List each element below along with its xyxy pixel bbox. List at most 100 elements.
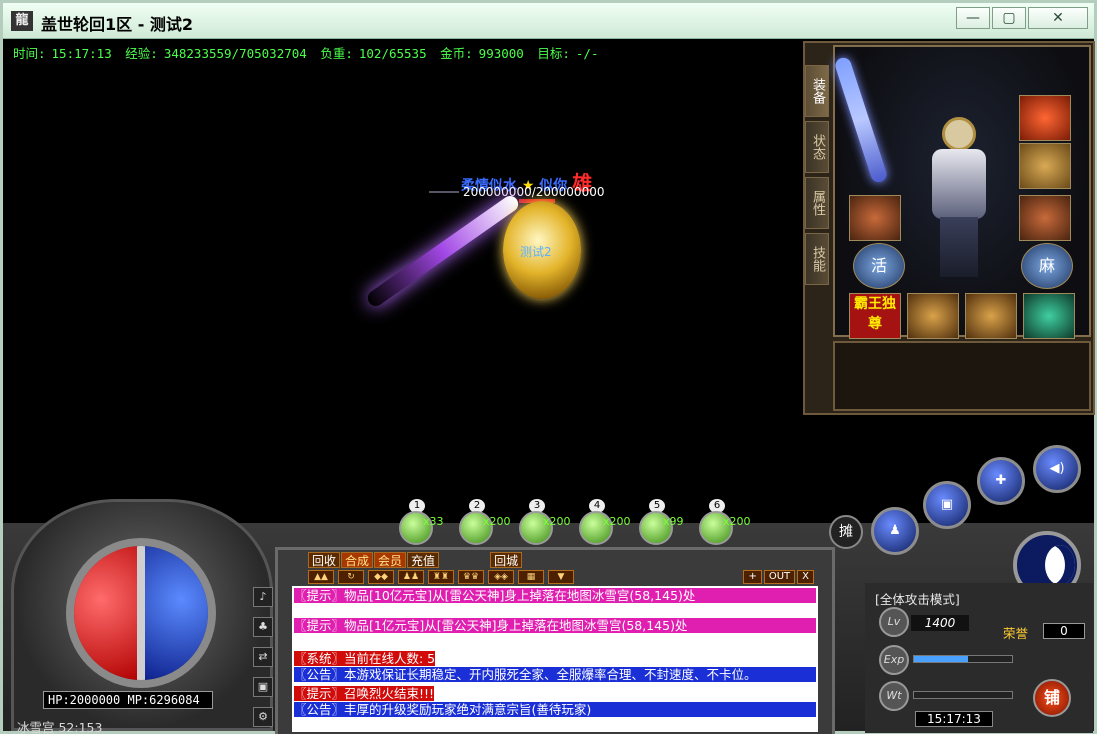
shop-button[interactable]: 铺 xyxy=(1033,679,1071,717)
chat-close-button[interactable]: X xyxy=(797,570,814,584)
scroll-up-icon[interactable]: ▲▲ xyxy=(308,570,334,584)
vip-button[interactable]: 会员 xyxy=(374,552,407,568)
app-logo-icon: 龍 xyxy=(11,11,33,31)
right-ring-slot[interactable]: 麻 xyxy=(1021,243,1073,289)
equipment-view: 活 麻 霸王独尊 xyxy=(833,45,1091,339)
side-icon-column: ♪ ♣ ⇄ ▣ ⚙ xyxy=(253,587,273,734)
player-name[interactable]: 测试2 xyxy=(520,243,552,260)
maximize-button[interactable]: ▢ xyxy=(992,7,1026,29)
mp-orb-half xyxy=(141,546,208,680)
chat-panel: 回收 合成 会员 充值 回城 ▲▲ ↻ ◆◆ ♟♟ ♜♜ ♛♛ ◈◈ ▦ ▼ +… xyxy=(275,547,835,734)
sound-icon[interactable]: ♪ xyxy=(253,587,273,607)
left-bracelet-slot[interactable] xyxy=(849,195,901,241)
bag-round-icon[interactable]: ▣ xyxy=(923,481,971,529)
title-bar[interactable]: 龍 盖世轮回1区 - 测试2 — ▢ ✕ xyxy=(3,3,1094,39)
spear-weapon-icon[interactable] xyxy=(833,55,889,185)
attack-mode[interactable]: [全体攻击模式] xyxy=(875,589,960,608)
friends-round-icon[interactable]: ✚ xyxy=(977,457,1025,505)
quickbar-slot-6[interactable]: 6 x200 xyxy=(693,495,751,549)
chat-toolbar: ▲▲ ↻ ◆◆ ♟♟ ♜♜ ♛♛ ◈◈ ▦ ▼ xyxy=(308,570,574,584)
chat-message: 〖公告〗本游戏保证长期稳定、开内服死全家、全服爆率合理、不封速度、不卡位。 xyxy=(294,667,816,682)
chat-log[interactable]: 〖提示〗物品[10亿元宝]从[雷公天神]身上掉落在地图冰雪宫(58,145)处 … xyxy=(292,586,818,732)
exp-value: 348233559/705032704 xyxy=(163,46,307,61)
exp-bar-fill xyxy=(914,656,968,662)
slot-count: x200 xyxy=(603,515,631,528)
stall-button[interactable]: 摊 xyxy=(829,515,863,549)
chat-message: 〖提示〗召唤烈火结束!!! xyxy=(294,686,435,701)
window-title: 盖世轮回1区 - 测试2 xyxy=(41,15,194,34)
group-icon[interactable]: ♣ xyxy=(253,617,273,637)
chat-spacer xyxy=(294,634,816,648)
exp-label: 经验: xyxy=(125,46,158,61)
target-value: -/- xyxy=(575,46,599,61)
tab-attributes[interactable]: 属性 xyxy=(805,177,829,229)
hp-orb-half xyxy=(74,546,141,680)
guild-chat-icon[interactable]: ♜♜ xyxy=(428,570,454,584)
map-icon[interactable]: ▦ xyxy=(518,570,544,584)
chat-shortcut-tabs: 回收 合成 会员 充值 回城 xyxy=(308,552,523,568)
shout-icon[interactable]: ◈◈ xyxy=(488,570,514,584)
whisper-icon[interactable]: ◆◆ xyxy=(368,570,394,584)
quickbar-slot-4[interactable]: 4 x200 xyxy=(573,495,631,549)
weight-label: 负重: xyxy=(320,46,353,61)
tab-status[interactable]: 状态 xyxy=(805,121,829,173)
gem-slot[interactable] xyxy=(1023,293,1075,339)
hp-mp-readout: HP:2000000 MP:6296084 xyxy=(43,691,213,709)
hero-head xyxy=(942,117,976,151)
slot-count: x200 xyxy=(723,515,751,528)
belt-slot[interactable] xyxy=(907,293,959,339)
window-controls: — ▢ ✕ xyxy=(956,7,1088,29)
quickbar-slot-3[interactable]: 3 x200 xyxy=(513,495,571,549)
hero-avatar xyxy=(920,117,1000,277)
right-bracelet-slot[interactable] xyxy=(1019,195,1071,241)
map-location: 冰雪宫 52:153 xyxy=(17,720,103,734)
scroll-down-icon[interactable]: ▼ xyxy=(548,570,574,584)
time-value: 15:17:13 xyxy=(51,46,112,61)
chat-message: 〖提示〗物品[10亿元宝]从[雷公天神]身上掉落在地图冰雪宫(58,145)处 xyxy=(294,588,816,603)
necklace-slot[interactable] xyxy=(1019,143,1071,189)
team-chat-icon[interactable]: ♟♟ xyxy=(398,570,424,584)
level-value: 1400 xyxy=(911,615,969,631)
tab-equipment[interactable]: 装备 xyxy=(805,65,829,117)
weight-icon: Wt xyxy=(879,681,909,711)
boots-slot[interactable] xyxy=(965,293,1017,339)
chat-message: 〖公告〗丰厚的升级奖励玩家绝对满意宗旨(善待玩家) xyxy=(294,702,816,717)
refresh-icon[interactable]: ↻ xyxy=(338,570,364,584)
trade-icon[interactable]: ⇄ xyxy=(253,647,273,667)
hp-mp-orb xyxy=(66,538,216,688)
honor-label: 荣誉 xyxy=(1003,626,1029,641)
quickbar-slot-5[interactable]: 5 x99 xyxy=(633,495,689,549)
chat-spacer xyxy=(294,604,816,618)
recycle-button[interactable]: 回收 xyxy=(308,552,341,568)
world-chat-icon[interactable]: ♛♛ xyxy=(458,570,484,584)
hero-legs xyxy=(940,217,978,277)
helmet-slot[interactable] xyxy=(1019,95,1071,141)
group-round-icon[interactable]: ♟ xyxy=(871,507,919,555)
return-city-button[interactable]: 回城 xyxy=(490,552,523,568)
bag-icon[interactable]: ▣ xyxy=(253,677,273,697)
chat-message: 〖系统〗当前在线人数: 5 xyxy=(294,651,436,666)
equipment-tabs: 装备 状态 属性 技能 xyxy=(805,65,831,289)
equipment-panel: 装备 状态 属性 技能 活 麻 霸王独尊 xyxy=(803,41,1095,415)
chat-message: 〖提示〗物品[1亿元宝]从[雷公天神]身上掉落在地图冰雪宫(58,145)处 xyxy=(294,618,816,633)
minimize-button[interactable]: — xyxy=(956,7,990,29)
slot-count: x200 xyxy=(543,515,571,528)
chat-out-button[interactable]: OUT xyxy=(763,570,796,584)
level-icon: Lv xyxy=(879,607,909,637)
left-ring-slot[interactable]: 活 xyxy=(853,243,905,289)
quickbar-slot-1[interactable]: 1 x33 xyxy=(393,495,449,549)
close-button[interactable]: ✕ xyxy=(1028,7,1088,29)
synthesis-button[interactable]: 合成 xyxy=(341,552,374,568)
chat-controls: + OUT X xyxy=(743,570,814,584)
sound-round-icon[interactable]: ◀) xyxy=(1033,445,1081,493)
exp-icon: Exp xyxy=(879,645,909,675)
quickbar-slot-2[interactable]: 2 x200 xyxy=(453,495,511,549)
tab-skills[interactable]: 技能 xyxy=(805,233,829,285)
weapon-trail-effect xyxy=(364,192,522,310)
recharge-button[interactable]: 充值 xyxy=(407,552,440,568)
chat-expand-button[interactable]: + xyxy=(743,570,762,584)
settings-icon[interactable]: ⚙ xyxy=(253,707,273,727)
badge-slot[interactable]: 霸王独尊 xyxy=(849,293,901,339)
hero-body xyxy=(932,149,986,219)
gold-label: 金币: xyxy=(440,46,473,61)
